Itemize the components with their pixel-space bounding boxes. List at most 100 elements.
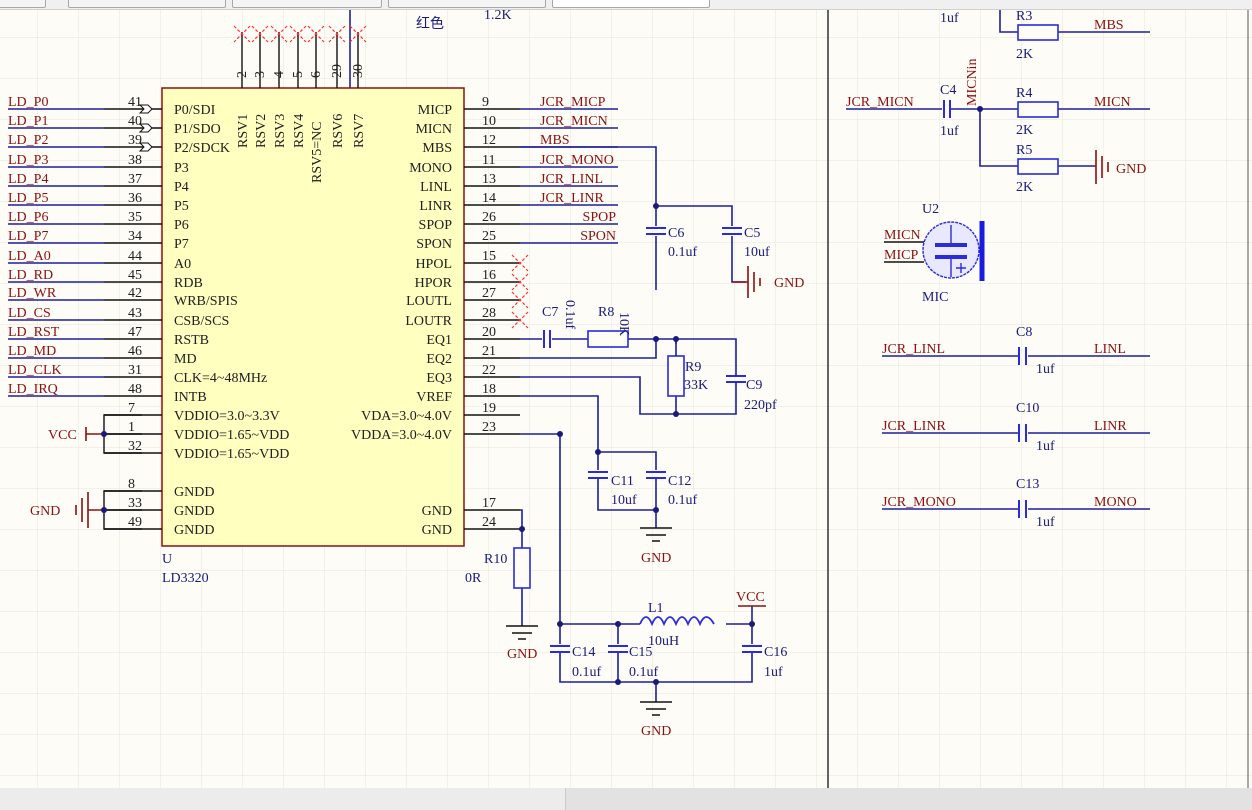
- pin-name: P5: [174, 199, 189, 214]
- pin-number: 23: [482, 420, 496, 435]
- c13-value: 1uf: [1036, 515, 1055, 530]
- net-mic-micp: MICP: [884, 248, 918, 263]
- pin-name: SPOP: [419, 218, 453, 233]
- net-jcr-linr: JCR_LINR: [882, 419, 946, 434]
- status-bar: [0, 788, 1252, 810]
- chip-designator: U: [162, 552, 172, 567]
- pin-number: 4: [272, 71, 287, 78]
- pin-number: 11: [482, 153, 495, 168]
- pin-number: 47: [128, 325, 142, 340]
- pin-number: 45: [128, 268, 142, 283]
- pin-number: 28: [482, 306, 496, 321]
- net-label: LD_RD: [8, 268, 53, 283]
- c5-designator: C5: [744, 226, 760, 241]
- net-jcr-mono: JCR_MONO: [882, 495, 956, 510]
- c4-designator: C4: [940, 83, 956, 98]
- pin-number: 9: [482, 95, 489, 110]
- pin-number: 20: [482, 325, 496, 340]
- pin-number: 7: [128, 401, 135, 416]
- pin-number: 13: [482, 172, 496, 187]
- net-label: MBS: [540, 133, 570, 148]
- r4-designator: R4: [1016, 86, 1032, 101]
- pin-number: 40: [128, 114, 142, 129]
- net-micn: MICN: [1094, 95, 1131, 110]
- r8-value: 10K: [616, 312, 631, 336]
- chip-part: LD3320: [162, 571, 209, 586]
- pin-name: RSV3: [273, 114, 288, 148]
- net-label: LD_WR: [8, 286, 57, 301]
- r10-designator: R10: [484, 552, 507, 567]
- pin-name: P3: [174, 161, 189, 176]
- status-bar-segment: [565, 788, 1252, 810]
- gnd-label: GND: [774, 276, 804, 291]
- pin-number: 49: [128, 515, 142, 530]
- pin-name: P2/SDCK: [174, 141, 230, 156]
- l1-value: 10uH: [648, 634, 679, 649]
- pin-name: EQ1: [426, 333, 452, 348]
- c7-value: 0.1uf: [562, 300, 577, 330]
- pin-name: GNDD: [174, 485, 214, 500]
- net-label: LD_P0: [8, 95, 48, 110]
- pin-name: RSV1: [236, 114, 251, 148]
- pin-name: RSV4: [292, 114, 307, 148]
- net-label: JCR_MICN: [540, 114, 608, 129]
- pin-number: 35: [128, 210, 142, 225]
- c6-value: 0.1uf: [668, 245, 698, 260]
- pin-name: LOUTL: [406, 294, 452, 309]
- pin-name: RSV7: [352, 114, 367, 148]
- pin-name: RSV5=NC: [310, 121, 325, 183]
- pin-number: 41: [128, 95, 142, 110]
- pin-name: VDDIO=1.65~VDD: [174, 428, 289, 443]
- pin-name: SPON: [416, 237, 452, 252]
- pin-number: 39: [128, 133, 142, 148]
- pin-number: 2: [235, 71, 250, 78]
- c6-designator: C6: [668, 226, 684, 241]
- net-label: JCR_MICP: [540, 95, 606, 110]
- r8-designator: R8: [598, 305, 614, 320]
- pin-name: RSV6: [331, 114, 346, 148]
- color-note: 红色: [416, 15, 444, 32]
- pin-name: VDDIO=3.0~3.3V: [174, 409, 280, 424]
- c11-value: 10uf: [611, 493, 637, 508]
- pin-number: 19: [482, 401, 496, 416]
- net-label: LD_A0: [8, 249, 51, 264]
- schematic-canvas[interactable]: 红色 1.2K 41P0/SDILD_P040P1/SDOLD_P139P2/S…: [0, 0, 1252, 788]
- pin-name: CSB/SCS: [174, 314, 229, 329]
- pin-number: 10: [482, 114, 496, 129]
- net-label: LD_CS: [8, 306, 51, 321]
- c9-value: 220pf: [744, 398, 777, 413]
- pin-name: GND: [422, 523, 452, 538]
- r5-designator: R5: [1016, 143, 1032, 158]
- net-label: LD_P3: [8, 153, 48, 168]
- r3-designator: R3: [1016, 9, 1032, 24]
- pin-number: 6: [309, 71, 324, 78]
- net-linr: LINR: [1094, 419, 1127, 434]
- c16-value: 1uf: [764, 665, 783, 680]
- r9-value: 33K: [684, 378, 708, 393]
- net-label: JCR_LINR: [540, 191, 604, 206]
- pin-name: MICP: [418, 103, 452, 118]
- r10-value: 0R: [465, 571, 482, 586]
- pin-number: 3: [253, 71, 268, 78]
- pin-name: WRB/SPIS: [174, 294, 238, 309]
- c15-value: 0.1uf: [629, 665, 659, 680]
- net-mono: MONO: [1094, 495, 1137, 510]
- pin-name: HPOL: [415, 257, 452, 272]
- vcc-label: VCC: [736, 590, 765, 605]
- pin-number: 12: [482, 133, 496, 148]
- pin-name: GNDD: [174, 523, 214, 538]
- resistor-value: 1.2K: [484, 8, 512, 23]
- gnd-label: GND: [30, 504, 60, 519]
- c11-designator: C11: [611, 474, 634, 489]
- pin-name: P4: [174, 180, 189, 195]
- pin-number: 46: [128, 344, 142, 359]
- pin-name: GND: [422, 504, 452, 519]
- pin-number: 38: [128, 153, 142, 168]
- net-label: LD_P4: [8, 172, 48, 187]
- pin-number: 15: [482, 249, 496, 264]
- pin-name: VDA=3.0~4.0V: [361, 409, 452, 424]
- l1-designator: L1: [648, 601, 664, 616]
- net-label: LD_MD: [8, 344, 56, 359]
- gnd-label: GND: [507, 647, 537, 662]
- u2-value: MIC: [922, 290, 948, 305]
